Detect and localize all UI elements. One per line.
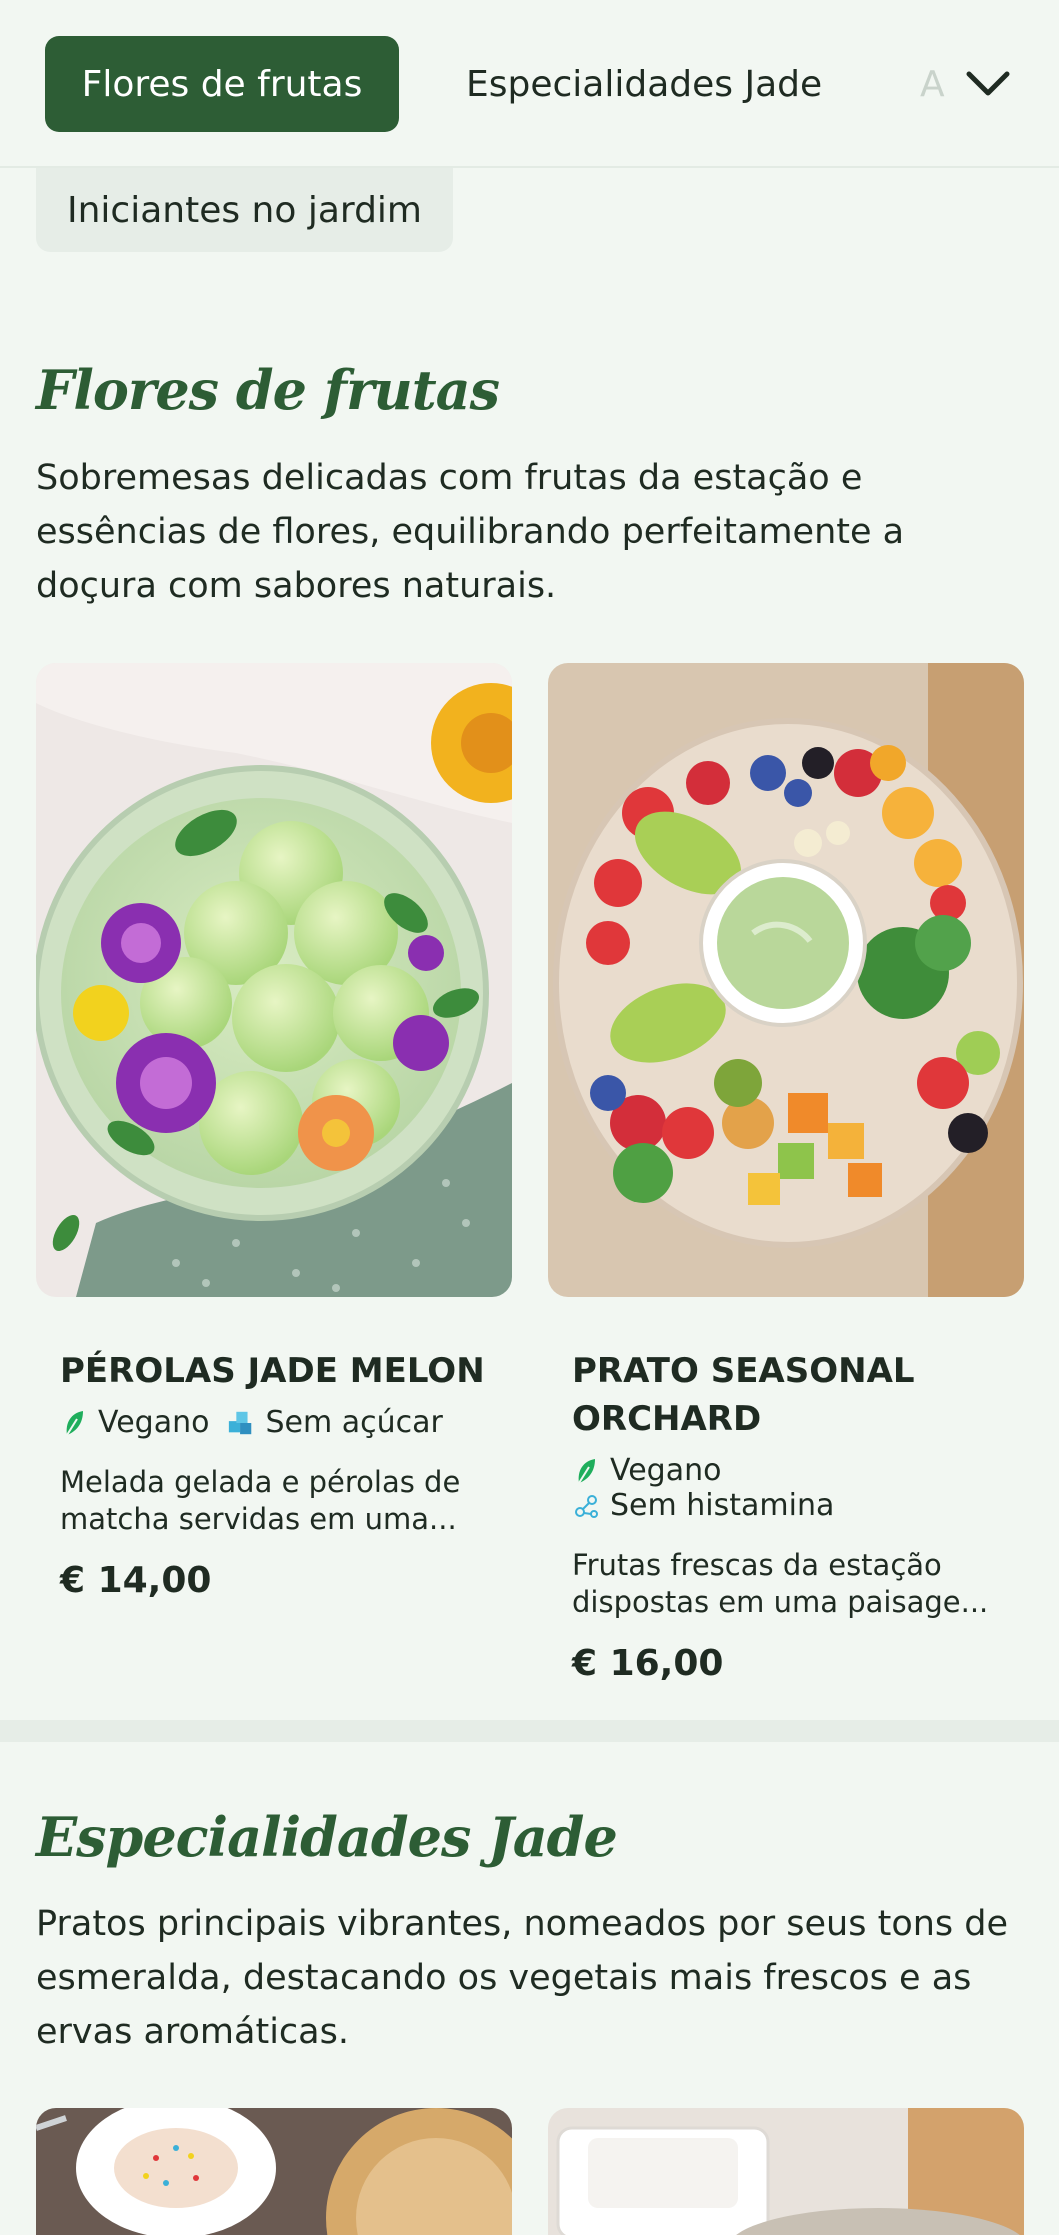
menu-card[interactable]: PRATO SEASONAL ORCHARD Vegano Sem histam… [548, 663, 1024, 1684]
section-description: Pratos principais vibrantes, nomeados po… [36, 1904, 1009, 2052]
dish-name: PÉROLAS JADE MELON [60, 1351, 485, 1391]
dish-description: Melada gelada e pérolas de matcha servid… [60, 1465, 461, 1536]
dish-image [548, 663, 1024, 1297]
tab-especialidades-jade[interactable]: Especialidades Jade [466, 36, 822, 132]
tag-label: Vegano [98, 1405, 210, 1440]
section-description: Sobremesas delicadas com frutas da estaç… [36, 458, 905, 606]
dish-description: Frutas frescas da estação dispostas em u… [572, 1548, 989, 1619]
tag-sugar-free: Sem açúcar [227, 1405, 443, 1440]
tag-histamine-free: Sem histamina [572, 1488, 834, 1523]
dish-name: PRATO SEASONAL ORCHARD [572, 1351, 915, 1439]
tab-flores-de-frutas[interactable]: Flores de frutas [45, 36, 399, 132]
section-title: Especialidades Jade [36, 1805, 618, 1869]
tab-next-partial[interactable]: A [920, 36, 950, 132]
leaf-icon [572, 1457, 600, 1485]
section-title: Flores de frutas [36, 358, 500, 422]
sugar-cubes-icon [227, 1409, 255, 1437]
section-divider [0, 1720, 1059, 1742]
leaf-icon [60, 1409, 88, 1437]
menu-card[interactable]: PÉROLAS JADE MELON Vegano Sem açúcar Mel… [36, 663, 512, 1601]
category-nav: Flores de frutas Especialidades Jade A [0, 0, 1059, 168]
tag-label: Vegano [610, 1453, 722, 1488]
tag-label: Sem histamina [610, 1488, 835, 1523]
molecule-icon [572, 1492, 600, 1520]
tab-iniciantes-no-jardim[interactable]: Iniciantes no jardim [36, 168, 453, 252]
tag-vegan: Vegano [572, 1453, 721, 1488]
dish-price: € 16,00 [572, 1643, 724, 1684]
dish-image[interactable] [36, 2108, 512, 2235]
tag-vegan: Vegano [60, 1405, 209, 1440]
chevron-down-icon[interactable] [962, 58, 1014, 110]
tag-label: Sem açúcar [265, 1405, 443, 1440]
dish-image[interactable] [548, 2108, 1024, 2235]
dish-price: € 14,00 [60, 1560, 212, 1601]
dish-image [36, 663, 512, 1297]
